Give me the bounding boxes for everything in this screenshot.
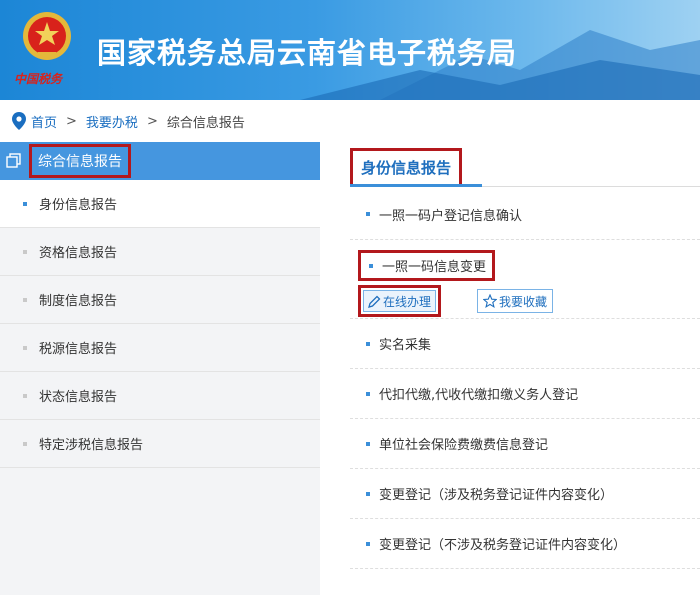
service-item-real-name[interactable]: 实名采集 <box>350 319 700 369</box>
sidebar-item-label: 资格信息报告 <box>39 246 118 261</box>
sidebar-item-system-report[interactable]: 制度信息报告 <box>0 276 320 324</box>
online-handle-label: 在线办理 <box>383 294 432 309</box>
sidebar: 综合信息报告 身份信息报告 资格信息报告 制度信息报告 税源信息报告 状态信息报… <box>0 142 320 595</box>
bullet-icon <box>366 441 370 446</box>
service-item-withholding-agent[interactable]: 代扣代缴,代收代缴扣缴义务人登记 <box>350 369 700 419</box>
bullet-icon <box>23 201 27 206</box>
star-icon <box>483 294 498 308</box>
sidebar-heading[interactable]: 综合信息报告 <box>0 142 320 180</box>
service-item-info-change: 一照一码信息变更 在线办理 我要收藏 <box>350 240 700 319</box>
sidebar-item-qualification-report[interactable]: 资格信息报告 <box>0 228 320 276</box>
bullet-icon <box>23 441 27 446</box>
favorite-label: 我要收藏 <box>499 294 548 309</box>
pencil-icon <box>368 295 381 308</box>
service-item-label: 单位社会保险费缴费信息登记 <box>379 438 549 453</box>
copy-icon <box>6 153 21 168</box>
sidebar-item-tax-source-report[interactable]: 税源信息报告 <box>0 324 320 372</box>
service-item-registration-confirm[interactable]: 一照一码户登记信息确认 <box>350 189 700 240</box>
location-pin-icon <box>12 112 26 130</box>
service-item-label: 代扣代缴,代收代缴扣缴义务人登记 <box>379 388 579 403</box>
sidebar-item-label: 状态信息报告 <box>39 390 118 405</box>
service-item-social-insurance[interactable]: 单位社会保险费缴费信息登记 <box>350 419 700 469</box>
sidebar-item-label: 税源信息报告 <box>39 342 118 357</box>
main-content: 身份信息报告 一照一码户登记信息确认 一照一码信息变更 在线办理 我要收藏 实名… <box>350 142 700 569</box>
bullet-icon <box>23 345 27 350</box>
sidebar-item-label: 身份信息报告 <box>39 198 118 213</box>
tab-identity-report[interactable]: 身份信息报告 <box>350 142 463 188</box>
service-item-label: 变更登记（不涉及税务登记证件内容变化） <box>379 538 627 553</box>
bullet-icon <box>366 341 370 346</box>
site-title: 国家税务总局云南省电子税务局 <box>97 36 518 70</box>
breadcrumb-home-link[interactable]: 首页 <box>31 112 57 131</box>
service-item-label: 变更登记（涉及税务登记证件内容变化） <box>379 488 614 503</box>
service-item-change-without-cert[interactable]: 变更登记（不涉及税务登记证件内容变化） <box>350 519 700 569</box>
bullet-icon <box>23 297 27 302</box>
sidebar-item-identity-report[interactable]: 身份信息报告 <box>0 180 320 228</box>
sidebar-menu: 身份信息报告 资格信息报告 制度信息报告 税源信息报告 状态信息报告 特定涉税信… <box>0 180 320 468</box>
tab-active-indicator <box>350 184 482 187</box>
bullet-icon <box>369 263 373 268</box>
bullet-icon <box>366 541 370 546</box>
online-handle-button[interactable]: 在线办理 <box>358 285 442 317</box>
sidebar-heading-label: 综合信息报告 <box>29 144 131 178</box>
sidebar-item-specific-tax-report[interactable]: 特定涉税信息报告 <box>0 420 320 468</box>
breadcrumb-separator: > <box>146 113 158 129</box>
service-item-label: 一照一码信息变更 <box>382 260 487 275</box>
bullet-icon <box>23 249 27 254</box>
breadcrumb-separator: > <box>66 113 77 129</box>
service-item-label: 实名采集 <box>379 338 432 353</box>
favorite-button[interactable]: 我要收藏 <box>477 289 554 313</box>
service-item-change-with-cert[interactable]: 变更登记（涉及税务登记证件内容变化） <box>350 469 700 519</box>
breadcrumb-tax-handling-link[interactable]: 我要办税 <box>86 112 138 131</box>
sidebar-item-label: 特定涉税信息报告 <box>39 438 144 453</box>
service-item-label: 一照一码户登记信息确认 <box>379 208 523 224</box>
breadcrumb-current: 综合信息报告 <box>166 115 245 131</box>
bullet-icon <box>23 393 27 398</box>
online-handle-inner: 在线办理 <box>363 290 437 312</box>
service-list: 一照一码户登记信息确认 一照一码信息变更 在线办理 我要收藏 实名采集 代扣代缴… <box>350 189 700 569</box>
service-actions: 在线办理 我要收藏 <box>358 285 554 317</box>
breadcrumb: 首页 > 我要办税 > 综合信息报告 <box>0 100 700 142</box>
bullet-icon <box>366 491 370 496</box>
header-banner: 中国税务 国家税务总局云南省电子税务局 <box>0 0 700 100</box>
bullet-icon <box>366 391 370 396</box>
service-item-info-change-title[interactable]: 一照一码信息变更 <box>358 250 496 281</box>
tab-label: 身份信息报告 <box>350 148 463 187</box>
bullet-icon <box>366 212 370 216</box>
tax-emblem-icon <box>18 6 76 68</box>
emblem-caption: 中国税务 <box>14 72 63 86</box>
sidebar-item-status-report[interactable]: 状态信息报告 <box>0 372 320 420</box>
sidebar-item-label: 制度信息报告 <box>39 294 118 309</box>
